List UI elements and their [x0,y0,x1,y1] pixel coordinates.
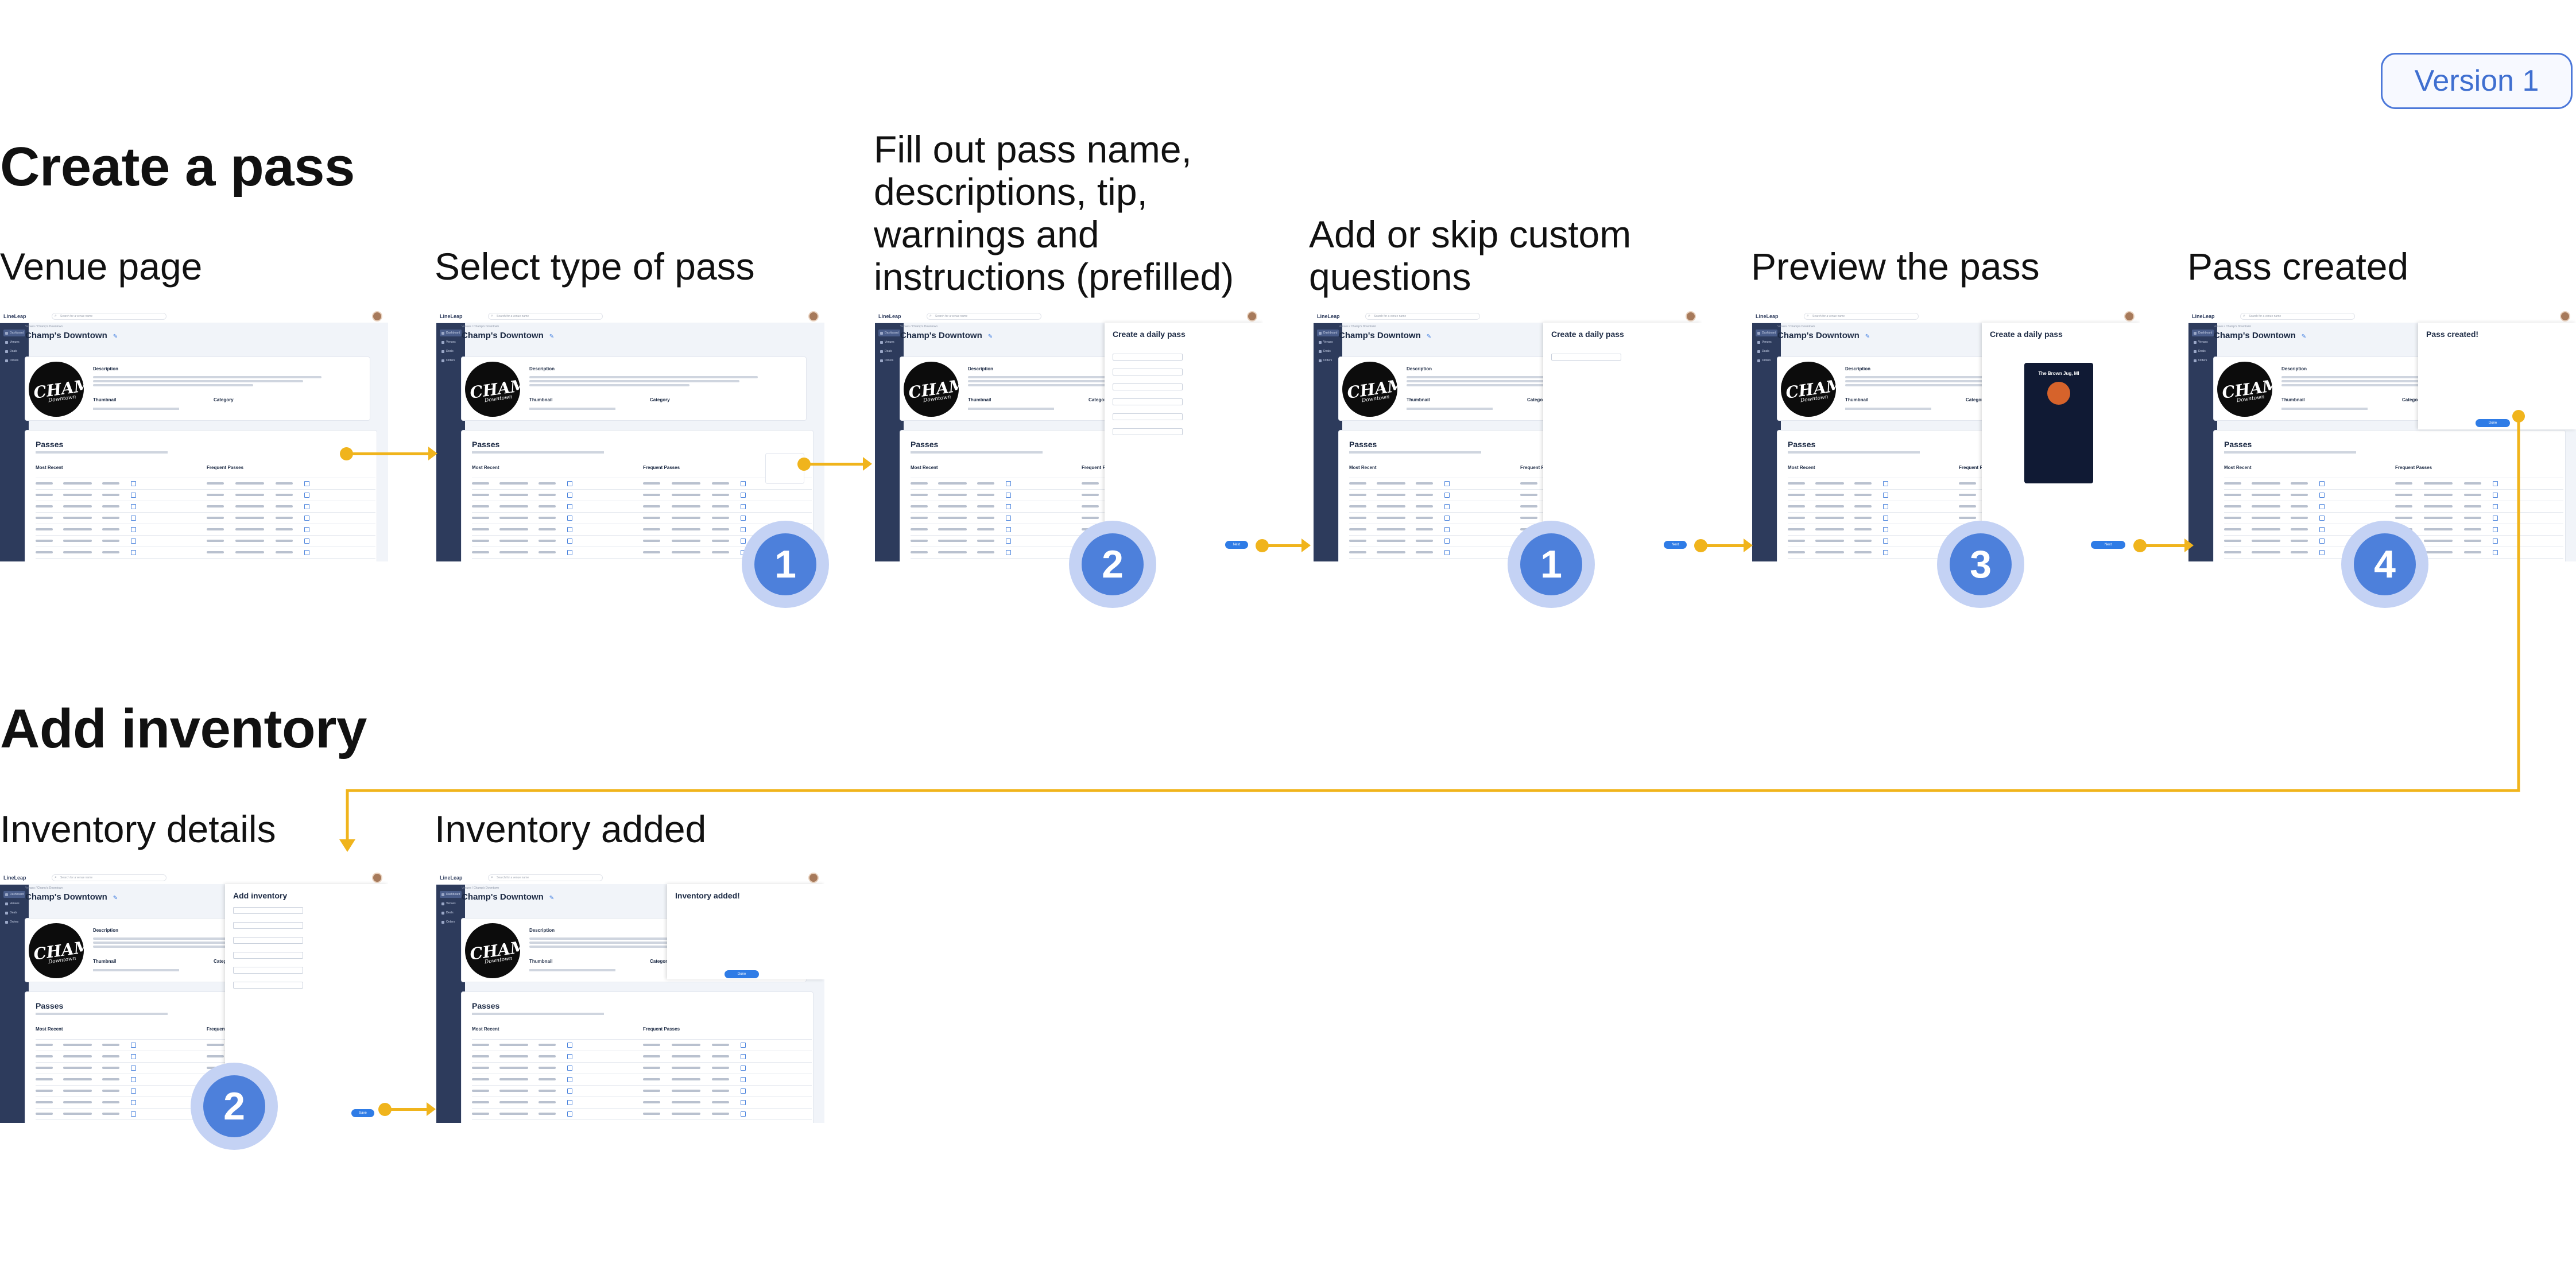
step-number: 1 [754,533,816,595]
step-number: 1 [1520,533,1582,595]
step-badge: 1 [742,521,829,608]
flow-connector [339,410,2525,852]
step-number: 2 [203,1075,265,1137]
step-badge: 4 [2341,521,2428,608]
step-number: 2 [1082,533,1144,595]
step-badge: 2 [191,1063,278,1150]
step-badge: 1 [1508,521,1595,608]
step-number: 4 [2354,533,2416,595]
step-badge: 3 [1937,521,2024,608]
step-number: 3 [1950,533,2012,595]
step-badge: 2 [1069,521,1156,608]
